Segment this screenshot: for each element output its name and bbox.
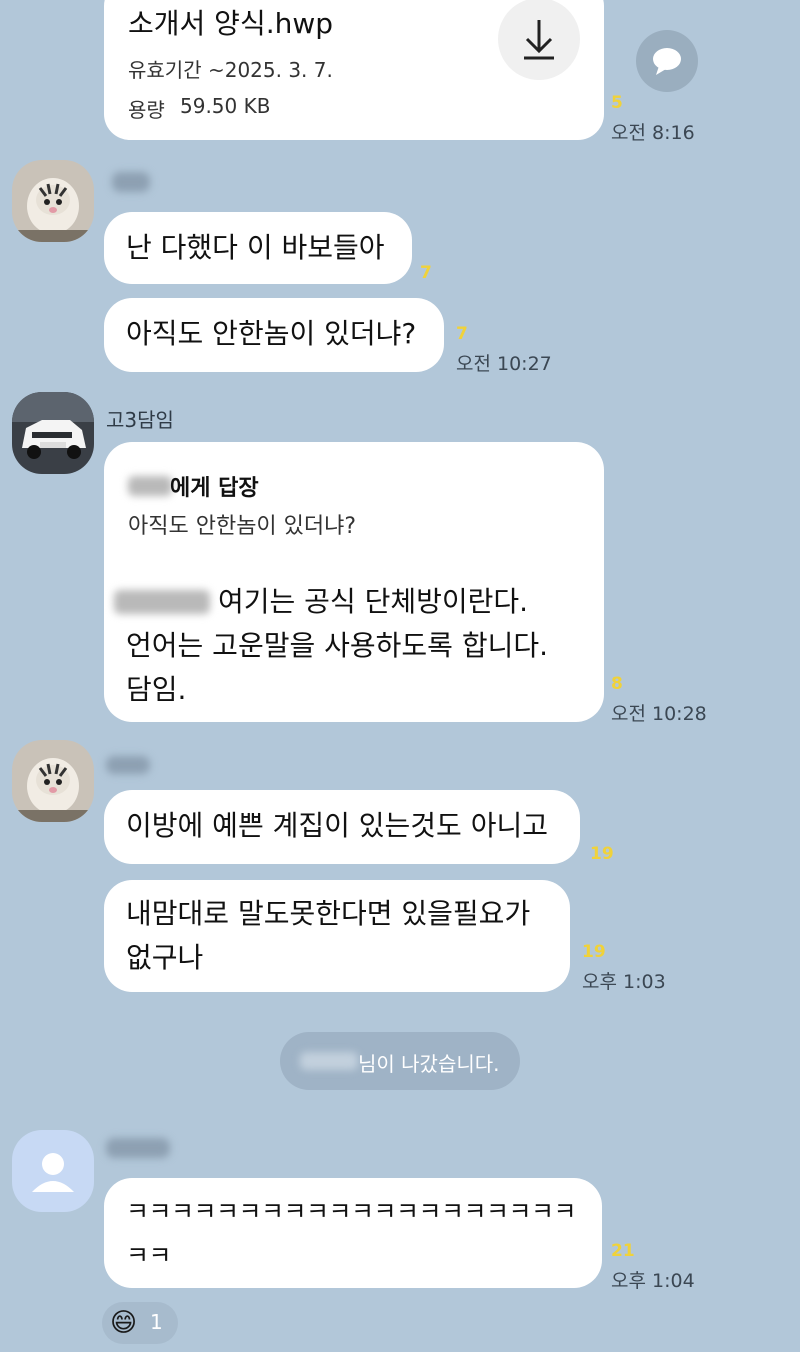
message-bubble[interactable]: 내맘대로 말도못한다면 있을필요가 없구나 [104, 880, 570, 992]
message-bubble[interactable]: 아직도 안한놈이 있더냐? [104, 298, 444, 372]
left-user-name-blurred [300, 1052, 358, 1070]
avatar[interactable] [12, 1130, 94, 1212]
reaction-count: 1 [150, 1310, 163, 1334]
message-bubble[interactable]: ㅋㅋㅋㅋㅋㅋㅋㅋㅋㅋㅋㅋㅋㅋㅋㅋㅋㅋㅋㅋ ㅋㅋ [104, 1178, 602, 1288]
message-time: 오전 10:28 [611, 703, 707, 725]
message-text: ㅋㅋㅋㅋㅋㅋㅋㅋㅋㅋㅋㅋㅋㅋㅋㅋㅋㅋㅋㅋ ㅋㅋ [126, 1197, 577, 1270]
file-name: 소개서 양식.hwp [128, 7, 334, 40]
avatar[interactable] [12, 392, 94, 474]
message-time: 오후 1:04 [611, 1270, 695, 1292]
grinning-face-icon: 😄 [110, 1308, 138, 1338]
unread-count: 19 [582, 942, 606, 962]
unread-count: 7 [456, 324, 468, 344]
reply-message-bubble[interactable]: 에게 답장 아직도 안한놈이 있더냐? 여기는 공식 단체방이란다. 언어는 고… [104, 442, 604, 722]
file-size-label: 용량 [128, 98, 165, 122]
reply-quoted-text: 아직도 안한놈이 있더냐? [128, 514, 357, 539]
message-bubble[interactable]: 난 다했다 이 바보들아 [104, 212, 412, 284]
system-notice-text: 님이 나갔습니다. [358, 1052, 500, 1076]
message-bubble[interactable]: 이방에 예쁜 계집이 있는것도 아니고 [104, 790, 580, 864]
speech-bubble-icon [653, 48, 681, 75]
file-expiry: 유효기간 ~2025. 3. 7. [128, 58, 333, 82]
avatar-image [12, 740, 94, 822]
unread-count: 19 [590, 844, 614, 864]
download-button[interactable] [498, 0, 580, 80]
download-icon [524, 20, 554, 60]
reply-target-blurred [128, 476, 172, 496]
avatar-image [12, 160, 94, 242]
message-text: 이방에 예쁜 계집이 있는것도 아니고 [126, 809, 549, 842]
sender-name-blurred [106, 1138, 170, 1158]
unread-count: 7 [420, 263, 432, 283]
message-time: 오전 10:27 [456, 353, 552, 375]
reply-header: 에게 답장 [170, 476, 259, 501]
message-text: 아직도 안한놈이 있더냐? [126, 317, 417, 350]
sender-name: 고3담임 [106, 408, 174, 432]
message-time: 오후 1:03 [582, 971, 666, 993]
default-profile-icon [32, 1153, 74, 1192]
unread-count: 5 [611, 93, 623, 113]
message-text: 내맘대로 말도못한다면 있을필요가 없구나 [126, 897, 531, 974]
unread-count: 8 [611, 674, 623, 694]
file-message-bubble[interactable]: 소개서 양식.hwp 유효기간 ~2025. 3. 7. 용량 59.50 KB [104, 0, 604, 140]
reaction-badge[interactable]: 😄 1 [102, 1302, 178, 1344]
message-text: 난 다했다 이 바보들아 [126, 231, 385, 264]
unread-count: 21 [611, 1241, 635, 1261]
sender-name-blurred [106, 756, 150, 774]
system-notice: 님이 나갔습니다. [280, 1032, 520, 1090]
message-time: 오전 8:16 [611, 122, 695, 144]
avatar[interactable] [12, 160, 94, 242]
avatar-image [12, 392, 94, 474]
file-size-value: 59.50 KB [180, 94, 271, 118]
sender-name-blurred [112, 172, 150, 192]
message-text: 여기는 공식 단체방이란다. 언어는 고운말을 사용하도록 합니다. 담임. [126, 585, 549, 706]
share-button[interactable] [636, 30, 698, 92]
avatar[interactable] [12, 740, 94, 822]
